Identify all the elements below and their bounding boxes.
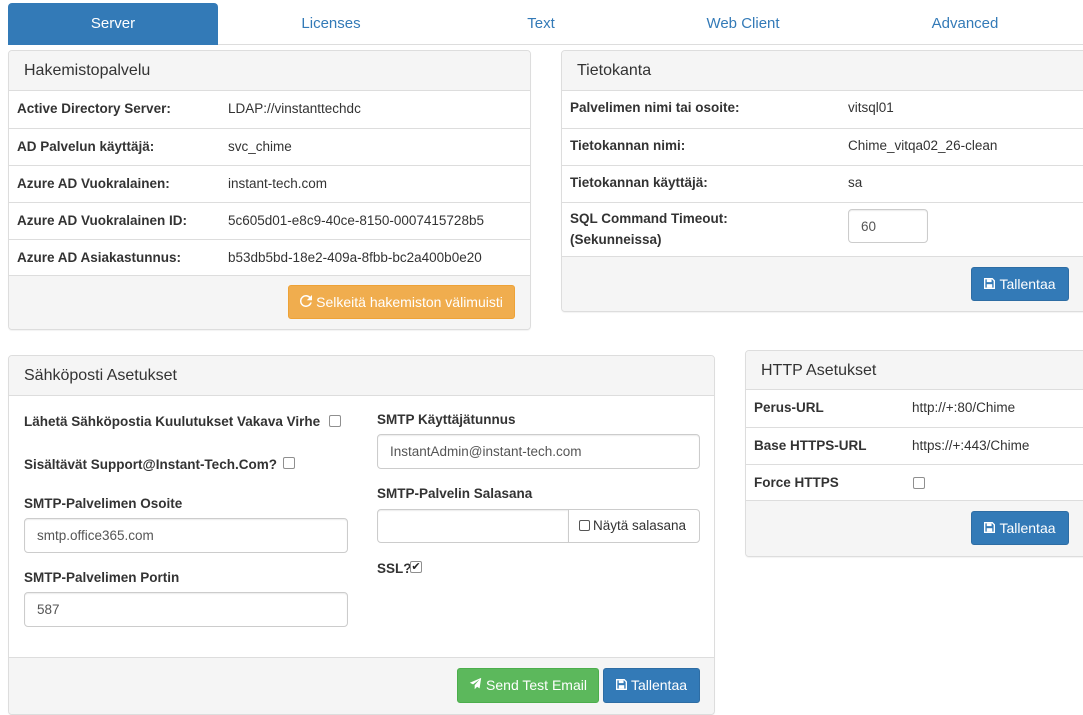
tab-advanced[interactable]: Advanced [860,3,1070,45]
directory-panel: Hakemistopalvelu Active Directory Server… [8,50,531,330]
tab-web-client[interactable]: Web Client [638,3,848,45]
database-row-value: sa [848,175,863,190]
database-save-label: Tallentaa [999,276,1056,292]
database-timeout-row: SQL Command Timeout: (Sekunneissa) [562,202,1083,258]
settings-tabs: Server Licenses Text Web Client Advanced [8,3,1083,45]
http-save-button[interactable]: Tallentaa [971,511,1069,545]
email-panel: Sähköposti Asetukset Lähetä Sähköpostia … [8,355,715,715]
directory-row-value: instant-tech.com [228,176,328,191]
refresh-icon [300,286,313,318]
smtp-user-input[interactable] [377,434,700,469]
directory-panel-footer: Selkeitä hakemiston välimuisti [9,275,530,329]
directory-row-value: svc_chime [228,139,292,154]
smtp-server-label: SMTP-Palvelimen Osoite [24,496,183,511]
square-icon [579,520,590,531]
http-row-label: Perus-URL [754,400,824,415]
http-panel-title: HTTP Asetukset [746,351,1083,390]
floppy-disk-icon [615,669,627,702]
email-save-label: Tallentaa [630,677,688,693]
directory-row-label: Azure AD Vuokralainen: [17,176,170,191]
http-row-value: http://+:80/Chime [912,400,1016,415]
directory-row: Azure AD Vuokralainen ID: 5c605d01-e8c9-… [9,202,530,239]
send-test-email-label: Send Test Email [486,677,587,693]
clear-cache-label: Selkeitä hakemiston välimuisti [316,294,503,310]
database-row: Tietokannan käyttäjä: sa [562,165,1083,202]
force-https-label: Force HTTPS [754,475,839,490]
database-row-label: Palvelimen nimi tai osoite: [570,100,740,115]
database-row: Tietokannan nimi: Chime_vitqa02_26-clean [562,128,1083,165]
smtp-port-label: SMTP-Palvelimen Portin [24,570,180,585]
email-panel-title: Sähköposti Asetukset [9,356,714,396]
email-panel-footer: Send Test Email Tallentaa [9,657,714,714]
http-row: Force HTTPS [746,464,1083,501]
email-save-button[interactable]: Tallentaa [603,668,700,703]
http-row: Perus-URL http://+:80/Chime [746,390,1083,427]
tab-licenses[interactable]: Licenses [226,3,436,45]
paper-plane-icon [469,669,482,702]
database-panel: Tietokanta Palvelimen nimi tai osoite: v… [561,50,1083,312]
database-row-value: Chime_vitqa02_26-clean [848,138,998,153]
smtp-password-label: SMTP-Palvelin Salasana [377,486,533,501]
directory-row-value: 5c605d01-e8c9-40ce-8150-0007415728b5 [228,213,484,228]
ssl-label: SSL? [377,561,412,576]
directory-row: AD Palvelun käyttäjä: svc_chime [9,128,530,165]
directory-panel-title: Hakemistopalvelu [9,51,530,91]
timeout-input[interactable] [848,209,928,243]
notify-label: Lähetä Sähköpostia Kuulutukset Vakava Vi… [24,414,321,429]
smtp-server-input[interactable] [24,518,348,553]
include-support-checkbox[interactable] [283,457,295,469]
timeout-unit-label: (Sekunneissa) [570,232,662,247]
directory-row-label: Azure AD Asiakastunnus: [17,250,182,265]
send-test-email-button[interactable]: Send Test Email [457,668,599,703]
http-panel: HTTP Asetukset Perus-URL http://+:80/Chi… [745,350,1083,557]
directory-row: Active Directory Server: LDAP://vinstant… [9,91,530,128]
directory-row-label: AD Palvelun käyttäjä: [17,139,155,154]
floppy-disk-icon [984,268,996,300]
http-row: Base HTTPS-URL https://+:443/Chime [746,427,1083,464]
tab-text[interactable]: Text [436,3,646,45]
database-panel-footer: Tallentaa [562,256,1083,311]
directory-row-value: b53db5bd-18e2-409a-8fbb-bc2a400b0e20 [228,250,482,265]
smtp-port-input[interactable] [24,592,348,627]
show-password-addon[interactable]: Näytä salasana [568,509,700,543]
ssl-checkbox[interactable]: ✔ [410,561,422,573]
force-https-checkbox[interactable] [913,477,925,489]
tab-server[interactable]: Server [8,3,218,45]
include-support-label: Sisältävät Support@Instant-Tech.Com? [24,457,277,472]
http-row-label: Base HTTPS-URL [754,438,867,453]
database-row-value: vitsql01 [848,100,894,115]
database-row-label: Tietokannan käyttäjä: [570,175,708,190]
smtp-user-label: SMTP Käyttäjätunnus [377,412,516,427]
notify-checkbox[interactable] [329,415,341,427]
http-save-label: Tallentaa [999,520,1056,536]
directory-row-label: Azure AD Vuokralainen ID: [17,213,188,228]
directory-row-value: LDAP://vinstanttechdc [228,101,361,116]
clear-cache-button[interactable]: Selkeitä hakemiston välimuisti [288,285,515,319]
show-password-label: Näytä salasana [593,518,687,533]
database-panel-title: Tietokanta [562,51,1083,91]
directory-row: Azure AD Vuokralainen: instant-tech.com [9,165,530,202]
database-row-label: Tietokannan nimi: [570,138,686,153]
floppy-disk-icon [984,512,996,544]
smtp-password-input[interactable] [377,509,569,543]
directory-row: Azure AD Asiakastunnus: b53db5bd-18e2-40… [9,239,530,276]
database-row: Palvelimen nimi tai osoite: vitsql01 [562,91,1083,128]
http-row-value: https://+:443/Chime [912,438,1030,453]
database-save-button[interactable]: Tallentaa [971,267,1069,301]
directory-row-label: Active Directory Server: [17,101,171,116]
http-panel-footer: Tallentaa [746,500,1083,556]
timeout-label: SQL Command Timeout: [570,211,728,226]
